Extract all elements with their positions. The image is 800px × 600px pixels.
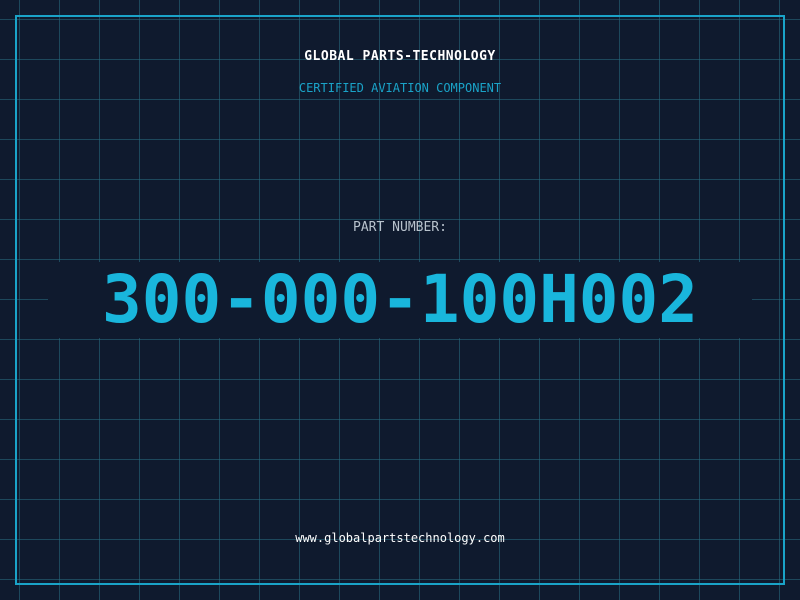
part-number-value: 300-000-100H002 xyxy=(101,261,699,338)
website-link[interactable]: www.globalpartstechnology.com xyxy=(0,531,800,545)
brand-name: GLOBAL PARTS-TECHNOLOGY xyxy=(304,49,496,64)
part-label-card: GLOBAL PARTS-TECHNOLOGY CERTIFIED AVIATI… xyxy=(0,0,800,600)
part-number-label: PART NUMBER: xyxy=(353,220,447,235)
brand-tagline: CERTIFIED AVIATION COMPONENT xyxy=(298,81,502,95)
